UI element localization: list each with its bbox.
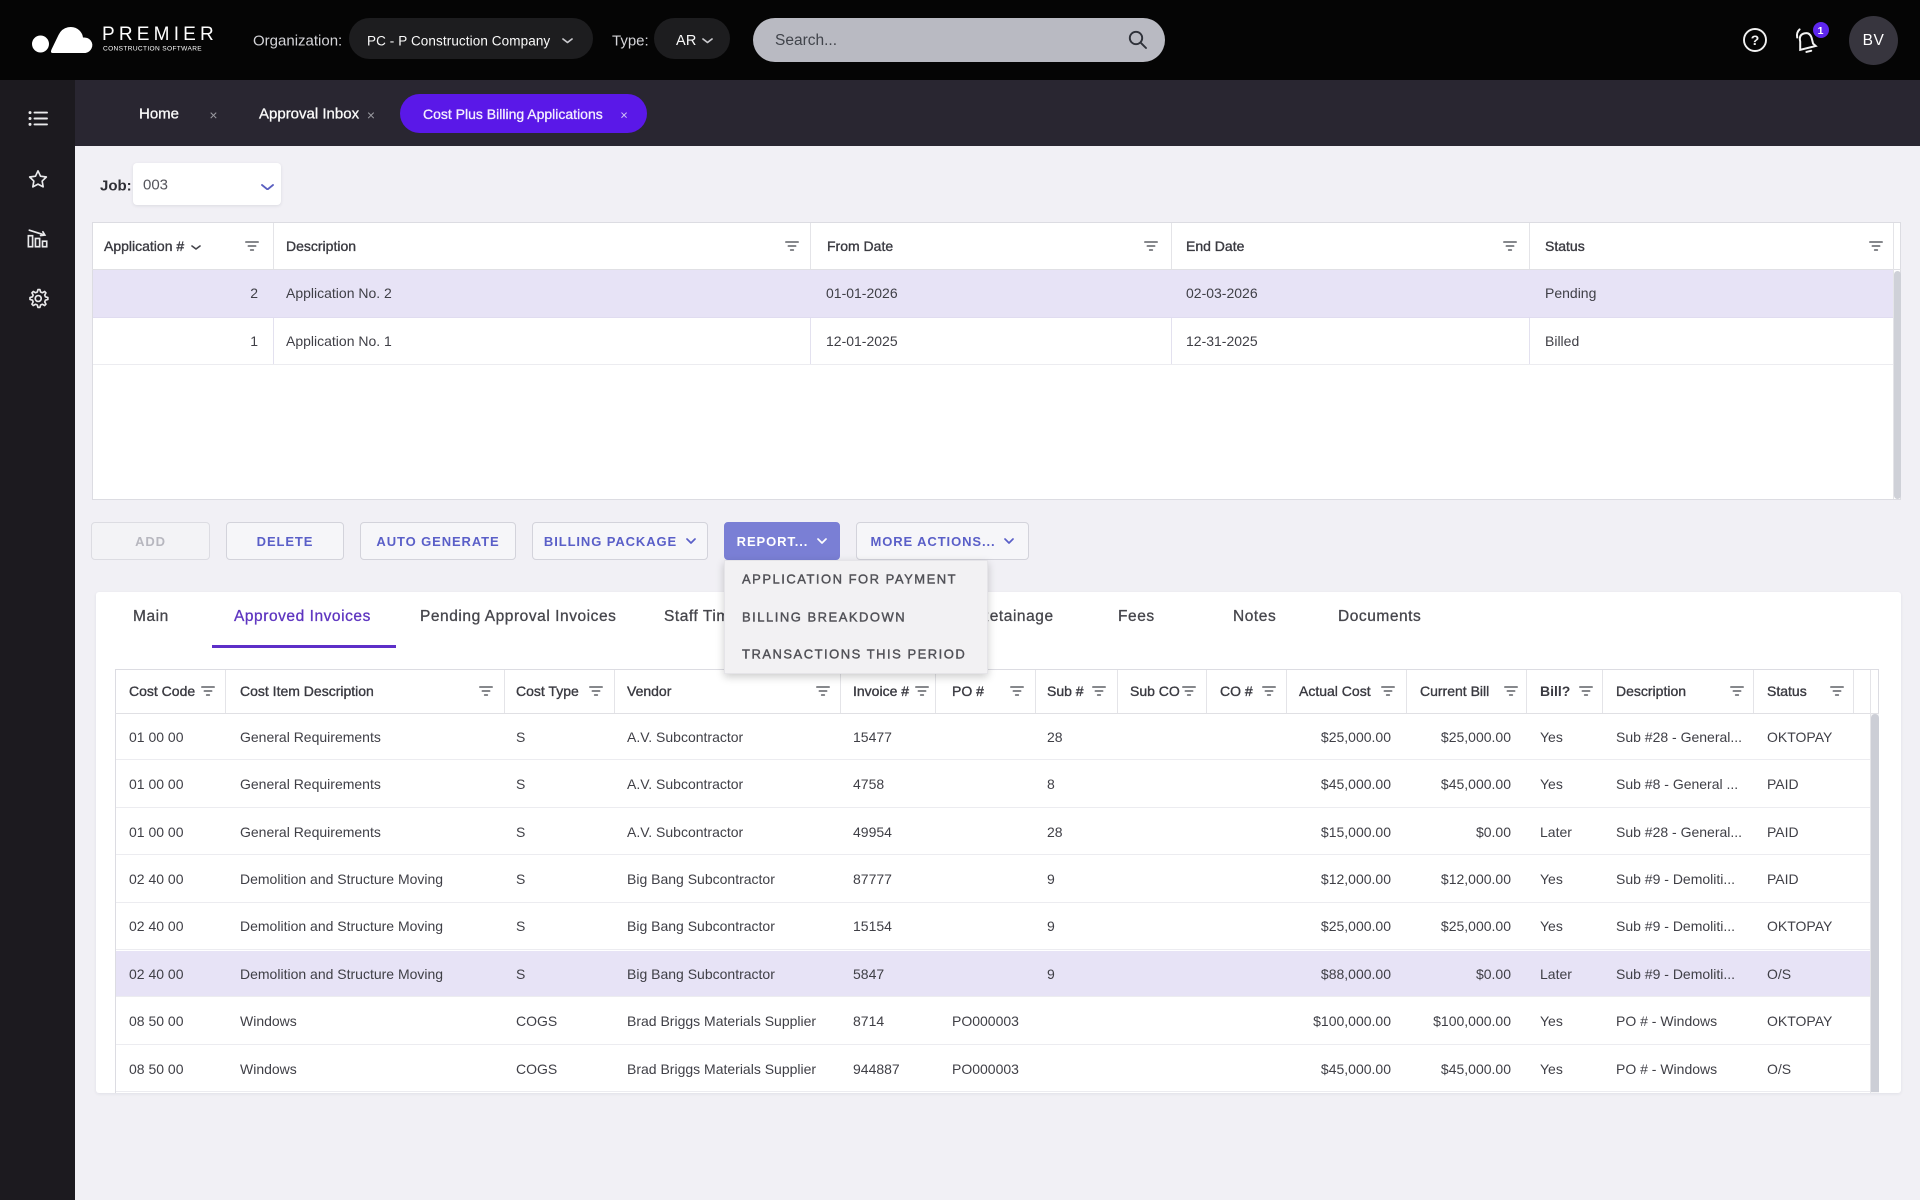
svg-text:?: ? (1751, 32, 1760, 48)
